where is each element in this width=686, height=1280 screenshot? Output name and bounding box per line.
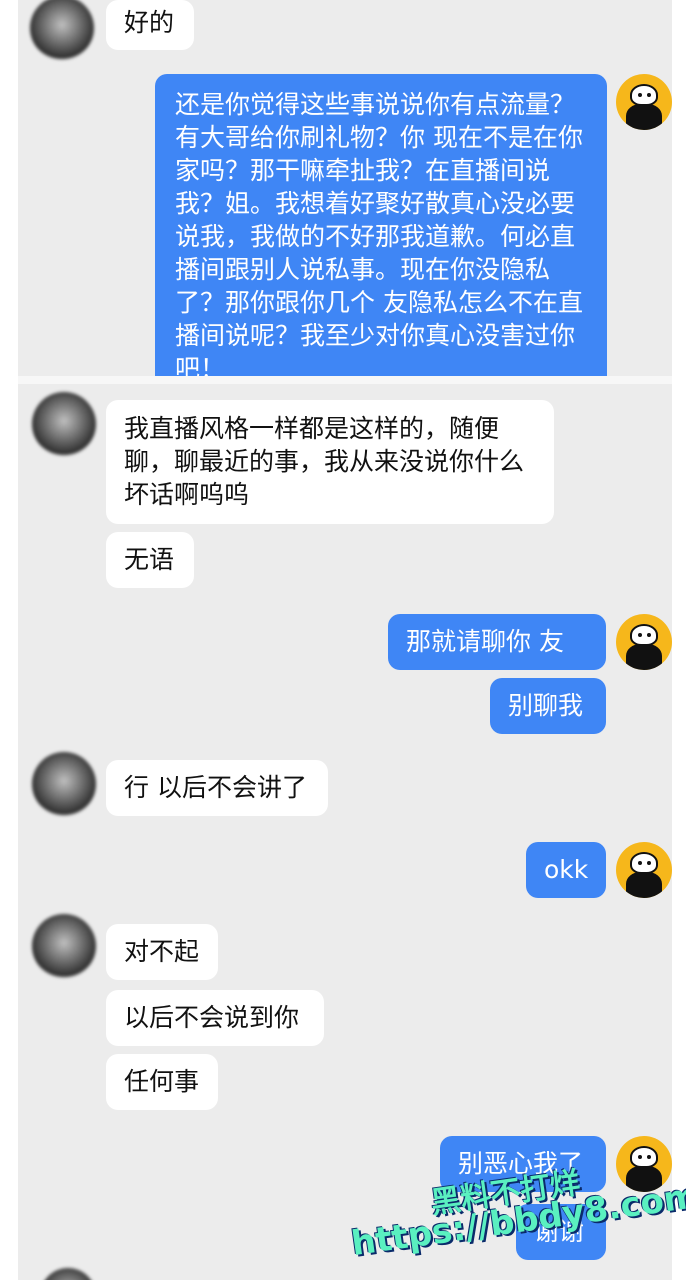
message-text: 无语 (124, 545, 175, 574)
screenshot-divider (18, 376, 672, 384)
my-avatar[interactable] (616, 614, 672, 670)
contact-avatar[interactable] (32, 392, 96, 456)
message-bubble-outgoing[interactable]: 那就请聊你 友 (388, 614, 606, 670)
contact-avatar[interactable] (32, 914, 96, 978)
message-bubble-incoming[interactable]: 任何事 (106, 1054, 218, 1110)
message-bubble-incoming[interactable]: 对不起 (106, 924, 218, 980)
message-text: 那就请聊你 友 (406, 627, 564, 656)
avatar-face-icon (630, 624, 658, 646)
contact-avatar[interactable] (32, 752, 96, 816)
message-text: 以后不会说到你 (124, 1003, 300, 1032)
message-bubble-outgoing[interactable]: 还是你觉得这些事说说你有点流量？有大哥给你刷礼物？你 现在不是在你家吗？那干嘛牵… (155, 74, 607, 383)
right-margin (672, 0, 686, 1280)
left-margin (0, 0, 18, 1280)
avatar-face-icon (630, 84, 658, 106)
chat-screenshot: 好的 还是你觉得这些事说说你有点流量？有大哥给你刷礼物？你 现在不是在你家吗？那… (0, 0, 686, 1280)
my-avatar[interactable] (616, 74, 672, 130)
message-text: 好的 (124, 8, 175, 37)
message-bubble-outgoing[interactable]: 别聊我 (490, 678, 606, 734)
avatar-face-icon (630, 1146, 658, 1168)
avatar-face-icon (630, 852, 658, 874)
message-bubble-incoming[interactable]: 无语 (106, 532, 194, 588)
message-bubble-incoming[interactable]: 我直播风格一样都是这样的，随便聊，聊最近的事，我从来没说你什么坏话啊呜呜 (106, 400, 554, 524)
message-bubble-incoming[interactable]: 以后不会说到你 (106, 990, 324, 1046)
message-bubble-incoming[interactable]: 好的 (106, 0, 194, 50)
message-text: 还是你觉得这些事说说你有点流量？有大哥给你刷礼物？你 现在不是在你家吗？那干嘛牵… (175, 90, 583, 383)
message-bubble-outgoing[interactable]: okk (526, 842, 606, 898)
message-bubble-incoming[interactable]: 行 以后不会讲了 (106, 760, 328, 816)
message-text: 别聊我 (508, 691, 584, 720)
message-text: 我直播风格一样都是这样的，随便聊，聊最近的事，我从来没说你什么坏话啊呜呜 (124, 414, 525, 509)
my-avatar[interactable] (616, 842, 672, 898)
message-text: 对不起 (124, 937, 200, 966)
message-text: 行 以后不会讲了 (124, 773, 307, 802)
message-text: 任何事 (124, 1067, 200, 1096)
message-text: okk (544, 855, 589, 884)
